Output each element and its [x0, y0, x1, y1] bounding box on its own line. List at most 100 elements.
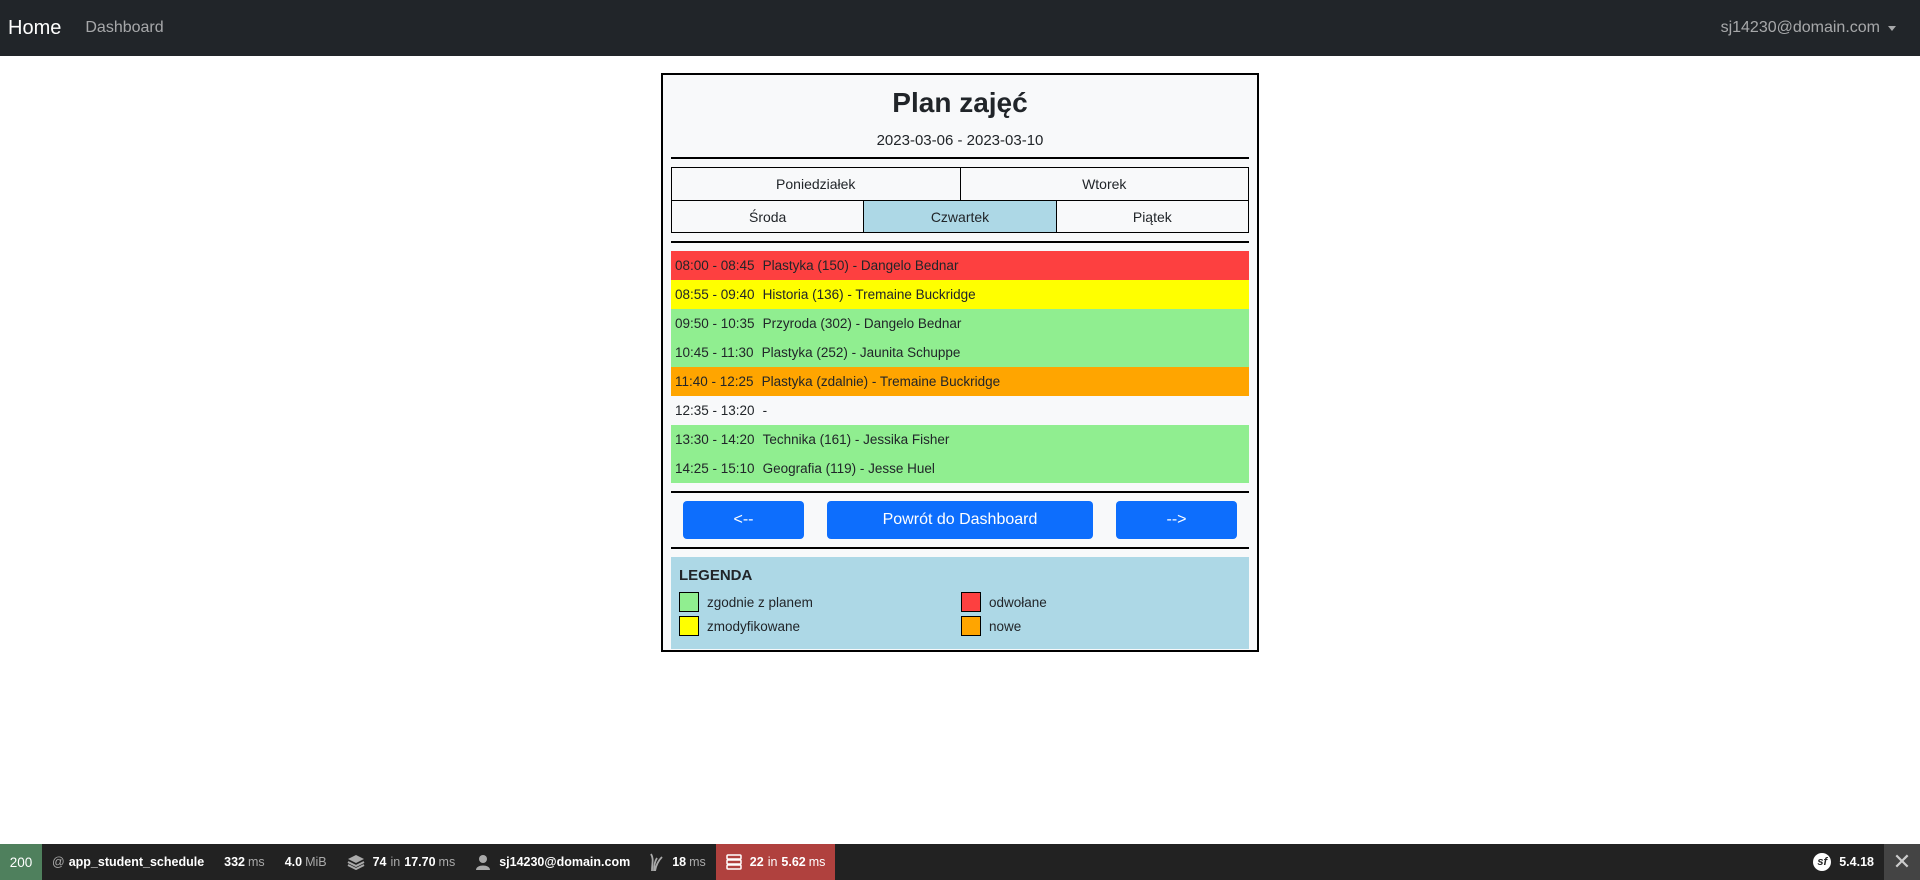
navigation-buttons: <-- Powrót do Dashboard -->	[671, 501, 1249, 539]
lesson-details: Przyroda (302) - Dangelo Bednar	[762, 316, 962, 331]
lesson-row: 10:45 - 11:30 Plastyka (252) - Jaunita S…	[671, 338, 1249, 367]
database-icon	[726, 854, 742, 870]
divider	[671, 491, 1249, 493]
time-value: 332	[224, 855, 246, 869]
toolbar-user: sj14230@domain.com	[499, 855, 631, 869]
divider	[671, 547, 1249, 549]
lesson-row: 08:55 - 09:40 Historia (136) - Tremaine …	[671, 280, 1249, 309]
status-code-badge[interactable]: 200	[0, 844, 42, 880]
swatch-orange-icon	[961, 616, 981, 636]
memory-value: 4.0	[284, 855, 303, 869]
version-value: 5.4.18	[1839, 855, 1874, 869]
debug-toolbar: 200 @ app_student_schedule 332 ms 4.0 Mi…	[0, 844, 1920, 880]
user-dropdown[interactable]: sj14230@domain.com	[1721, 19, 1896, 37]
day-tab-friday[interactable]: Piątek	[1055, 201, 1248, 232]
lesson-row: 14:25 - 15:10 Geografia (119) - Jesse Hu…	[671, 454, 1249, 483]
legend-label: zmodyfikowane	[707, 618, 801, 634]
route-name: app_student_schedule	[68, 855, 205, 869]
chevron-down-icon	[1888, 25, 1896, 31]
twig-time: 18	[672, 855, 687, 869]
lesson-details: Historia (136) - Tremaine Buckridge	[762, 287, 976, 302]
day-selector: Poniedziałek Wtorek Środa Czwartek Piąte…	[671, 167, 1249, 233]
back-to-dashboard-button[interactable]: Powrót do Dashboard	[827, 501, 1093, 539]
twig-info[interactable]: 18 ms	[640, 844, 716, 880]
twig-unit: ms	[689, 855, 706, 869]
lesson-row: 11:40 - 12:25 Plastyka (zdalnie) - Trema…	[671, 367, 1249, 396]
legend-label: zgodnie z planem	[707, 594, 813, 610]
lesson-details: Plastyka (zdalnie) - Tremaine Buckridge	[761, 374, 1001, 389]
time-info[interactable]: 332 ms	[214, 844, 275, 880]
close-icon[interactable]: ✕	[1884, 844, 1920, 880]
memory-unit: MiB	[305, 855, 327, 869]
day-tab-tuesday[interactable]: Wtorek	[959, 168, 1248, 200]
next-week-button[interactable]: -->	[1116, 501, 1237, 539]
lesson-details: Technika (161) - Jessika Fisher	[762, 432, 950, 447]
dashboard-link[interactable]: Dashboard	[85, 19, 163, 37]
legend: LEGENDA zgodnie z planem odwołane zmodyf…	[671, 557, 1249, 649]
day-tab-monday[interactable]: Poniedziałek	[672, 168, 960, 200]
legend-item: zgodnie z planem	[679, 592, 961, 612]
layers-icon	[347, 854, 365, 870]
user-icon	[475, 854, 491, 870]
cache-time: 17.70	[404, 855, 436, 869]
cache-info[interactable]: 74 in 17.70 ms	[337, 844, 466, 880]
legend-item: nowe	[961, 616, 1241, 636]
cache-in: in	[390, 855, 401, 869]
lesson-time: 12:35 - 13:20	[675, 403, 755, 418]
toolbar-right: sf 5.4.18 ✕	[1803, 844, 1920, 880]
twig-icon	[650, 853, 664, 871]
legend-item: zmodyfikowane	[679, 616, 961, 636]
lesson-row: 13:30 - 14:20 Technika (161) - Jessika F…	[671, 425, 1249, 454]
db-in: in	[767, 855, 778, 869]
lesson-time: 14:25 - 15:10	[675, 461, 755, 476]
cache-count: 74	[372, 855, 387, 869]
day-row: Poniedziałek Wtorek	[672, 168, 1248, 200]
memory-info[interactable]: 4.0 MiB	[275, 844, 337, 880]
lesson-row: 08:00 - 08:45 Plastyka (150) - Dangelo B…	[671, 251, 1249, 280]
lesson-time: 08:55 - 09:40	[675, 287, 755, 302]
lesson-time: 13:30 - 14:20	[675, 432, 755, 447]
lesson-details: Geografia (119) - Jesse Huel	[762, 461, 935, 476]
day-tab-thursday[interactable]: Czwartek	[863, 201, 1056, 232]
legend-grid: zgodnie z planem odwołane zmodyfikowane …	[679, 592, 1241, 636]
legend-label: odwołane	[989, 594, 1047, 610]
swatch-red-icon	[961, 592, 981, 612]
database-info[interactable]: 22 in 5.62 ms	[715, 844, 836, 880]
lesson-row: 12:35 - 13:20 -	[671, 396, 1249, 425]
lesson-details: Plastyka (150) - Dangelo Bednar	[762, 258, 959, 273]
db-count: 22	[749, 855, 764, 869]
lesson-time: 10:45 - 11:30	[675, 345, 754, 360]
divider	[671, 241, 1249, 243]
legend-title: LEGENDA	[679, 567, 753, 584]
schedule-panel: Plan zajęć 2023-03-06 - 2023-03-10 Ponie…	[661, 73, 1259, 652]
legend-label: nowe	[989, 618, 1022, 634]
time-unit: ms	[248, 855, 265, 869]
top-navbar: Home Dashboard sj14230@domain.com	[0, 0, 1920, 56]
day-row: Środa Czwartek Piątek	[672, 200, 1248, 232]
lesson-row: 09:50 - 10:35 Przyroda (302) - Dangelo B…	[671, 309, 1249, 338]
swatch-green-icon	[679, 592, 699, 612]
cache-unit: ms	[438, 855, 456, 869]
legend-item: odwołane	[961, 592, 1241, 612]
divider	[671, 157, 1249, 159]
lesson-time: 09:50 - 10:35	[675, 316, 755, 331]
route-prefix: @	[52, 855, 65, 869]
home-link[interactable]: Home	[8, 17, 61, 40]
lesson-details: -	[762, 403, 768, 418]
prev-week-button[interactable]: <--	[683, 501, 804, 539]
symfony-version[interactable]: sf 5.4.18	[1803, 844, 1884, 880]
db-unit: ms	[808, 855, 826, 869]
page-title: Plan zajęć	[892, 87, 1028, 118]
user-info[interactable]: sj14230@domain.com	[465, 844, 640, 880]
lesson-list: 08:00 - 08:45 Plastyka (150) - Dangelo B…	[671, 251, 1249, 483]
symfony-logo-icon: sf	[1813, 853, 1832, 871]
day-tab-wednesday[interactable]: Środa	[672, 201, 864, 232]
date-range: 2023-03-06 - 2023-03-10	[876, 132, 1044, 149]
swatch-yellow-icon	[679, 616, 699, 636]
route-info[interactable]: @ app_student_schedule	[42, 844, 214, 880]
user-email: sj14230@domain.com	[1720, 19, 1880, 36]
db-time: 5.62	[781, 855, 806, 869]
lesson-time: 08:00 - 08:45	[675, 258, 755, 273]
lesson-time: 11:40 - 12:25	[675, 374, 754, 389]
lesson-details: Plastyka (252) - Jaunita Schuppe	[761, 345, 961, 360]
